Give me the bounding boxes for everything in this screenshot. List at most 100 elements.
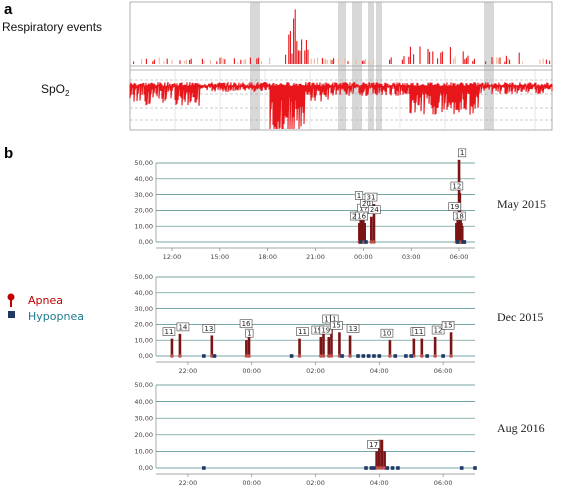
event-duration-label: 31	[367, 193, 376, 201]
x-tick-label: 15:00	[210, 253, 229, 261]
event-duration-label: 12	[434, 326, 443, 334]
x-tick-label: 00:00	[242, 479, 261, 485]
hypopnea-marker	[202, 466, 206, 470]
apnea-bar	[380, 439, 384, 468]
hypopnea-marker	[358, 240, 363, 244]
y-tick-label: 30,00	[134, 305, 153, 313]
hypopnea-marker	[364, 240, 368, 244]
apnea-marker	[372, 240, 376, 244]
event-duration-label: 1	[460, 149, 464, 157]
hypopnea-marker	[396, 466, 400, 470]
y-tick-label: 40,00	[134, 289, 153, 297]
hypopnea-marker	[366, 354, 371, 358]
x-tick-label: 06:00	[434, 479, 453, 485]
x-tick-label: 18:00	[258, 253, 277, 261]
hypopnea-marker	[356, 354, 360, 358]
apnea-bar	[178, 333, 182, 356]
apnea-marker	[433, 354, 437, 358]
x-tick-label: 04:00	[370, 367, 389, 375]
y-tick-label: 0,00	[139, 464, 153, 472]
hypopnea-marker	[393, 354, 398, 358]
x-tick-label: 06:00	[450, 253, 469, 261]
apnea-bar	[388, 340, 392, 356]
legend: Apnea Hypopnea	[7, 293, 84, 323]
apnea-marker	[247, 354, 251, 358]
event-duration-label: 1	[357, 192, 361, 200]
event-duration-label: 12	[452, 182, 461, 190]
hypopnea-marker	[390, 466, 395, 470]
chart-aug-2016: 0,00 10,00 20,00 30,00 40,00 50,00 22:00 00:00 0…	[134, 381, 544, 485]
hypopnea-marker	[372, 354, 376, 358]
x-tick-label: 22:00	[179, 367, 198, 375]
y-tick-label: 40,00	[134, 175, 153, 183]
apnea-bar	[327, 337, 331, 356]
x-tick-label: 06:00	[434, 367, 453, 375]
apnea-bar	[170, 338, 174, 356]
apnea-bar	[363, 223, 366, 242]
event-duration-label: 1	[324, 315, 328, 323]
legend-apnea-label: Apnea	[28, 294, 63, 307]
apnea-bar	[375, 451, 378, 468]
event-duration-label: 16	[242, 320, 251, 328]
hypopnea-marker	[441, 354, 445, 358]
apnea-bar	[245, 340, 248, 356]
legend-hypopnea-label: Hypopnea	[28, 310, 84, 323]
hypopnea-marker	[377, 354, 382, 358]
hypopnea-marker	[459, 466, 464, 470]
y-tick-label: 10,00	[134, 448, 153, 456]
apnea-bar	[319, 337, 323, 356]
hypopnea-marker	[404, 354, 408, 358]
event-duration-label: 1	[247, 330, 251, 338]
apnea-bar	[449, 332, 453, 356]
chart-title: May 2015	[497, 197, 546, 211]
x-tick-label: 04:00	[370, 479, 389, 485]
apnea-bar	[420, 338, 424, 356]
x-tick-label: 12:00	[163, 253, 182, 261]
hypopnea-marker	[202, 354, 206, 358]
apnea-marker	[420, 354, 424, 358]
polysomnography-panel	[129, 1, 553, 131]
event-duration-label: 19	[321, 326, 330, 334]
event-duration-label: 10	[382, 330, 391, 338]
hypopnea-marker	[409, 354, 413, 358]
event-duration-label: 17	[369, 441, 378, 449]
apnea-marker	[449, 354, 453, 358]
respiratory-events-label: Respiratory events	[2, 20, 102, 34]
apnea-marker	[348, 354, 352, 358]
hypopnea-marker	[340, 354, 344, 358]
event-duration-label: 19	[450, 203, 459, 211]
event-duration-label: 15	[444, 322, 453, 330]
hypopnea-marker	[364, 466, 368, 470]
y-tick-label: 0,00	[139, 238, 153, 246]
chart-title: Aug 2016	[497, 421, 545, 435]
hypopnea-marker	[462, 240, 467, 244]
x-tick-label: 02:00	[306, 367, 325, 375]
hypopnea-marker	[385, 466, 390, 470]
x-tick-label: 03:00	[402, 253, 421, 261]
event-duration-label: 14	[178, 323, 187, 331]
apnea-bar	[298, 338, 301, 356]
x-tick-label: 02:00	[306, 479, 325, 485]
y-tick-label: 50,00	[134, 381, 153, 389]
event-duration-label: 11	[298, 328, 307, 336]
event-duration-label: 11	[414, 328, 423, 336]
event-duration-label: 16	[357, 212, 366, 220]
hypopnea-marker	[455, 240, 460, 244]
apnea-marker	[321, 354, 326, 358]
y-tick-label: 20,00	[134, 431, 153, 439]
apnea-bar	[210, 335, 214, 356]
apnea-marker	[178, 354, 182, 358]
y-tick-label: 0,00	[139, 352, 153, 360]
y-tick-label: 20,00	[134, 321, 153, 329]
chart-dec-2015: 0,00 10,00 20,00 30,00 40,00 50,00 22:00 00:00 0…	[134, 273, 543, 375]
event-duration-label: 15	[332, 322, 341, 330]
figure: a Respiratory events SpO2 b Apnea Hypopne…	[2, 1, 553, 485]
chart-may-2015: 0,00 10,00 20,00 30,00 40,00 50,00 12:00 15:00 1…	[134, 148, 546, 261]
event-duration-label: 11	[164, 328, 173, 336]
hypopnea-square-icon	[8, 311, 15, 318]
apnea-bar	[370, 216, 373, 242]
x-tick-label: 00:00	[242, 367, 261, 375]
apnea-bar	[348, 335, 352, 356]
event-charts: 0,0010,0020,0030,0040,0050,0012:00 15:00 1…	[134, 148, 546, 485]
y-tick-label: 10,00	[134, 222, 153, 230]
